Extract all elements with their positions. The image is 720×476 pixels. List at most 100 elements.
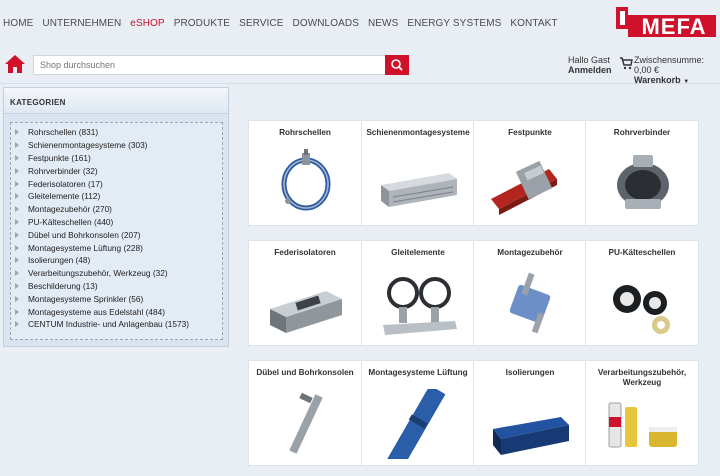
tile-schienenmontagesysteme[interactable]: Schienenmontagesysteme: [361, 120, 475, 226]
category-item[interactable]: Montagesysteme aus Edelstahl (484): [15, 305, 222, 318]
cart-subtotal: Zwischensumme: 0,00 €: [634, 55, 705, 75]
category-label: Montagesysteme Sprinkler (56): [28, 293, 144, 304]
anchor-bolt-icon: [289, 392, 323, 454]
search-row: Hallo Gast Anmelden Zwischensumme: 0,00 …: [0, 46, 720, 87]
category-label: Schienenmontagesysteme (303): [28, 140, 148, 151]
sliding-element-icon: [383, 277, 457, 335]
nav-service[interactable]: SERVICE: [239, 18, 283, 29]
nav-eshop[interactable]: eSHOP: [130, 18, 164, 29]
expand-arrow-icon: [15, 295, 19, 302]
category-label: Verarbeitungszubehör, Werkzeug (32): [28, 268, 168, 279]
search-button[interactable]: [385, 55, 409, 75]
category-item[interactable]: Montagesysteme Lüftung (228): [15, 241, 222, 254]
category-item[interactable]: Federisolatoren (17): [15, 177, 222, 190]
nav-unternehmen[interactable]: UNTERNEHMEN: [42, 18, 121, 29]
category-label: Rohrschellen (831): [28, 127, 99, 138]
nav-home[interactable]: HOME: [3, 18, 33, 29]
search-icon: [391, 59, 403, 71]
category-item[interactable]: PU-Kälteschellen (440): [15, 216, 222, 229]
category-item[interactable]: Rohrschellen (831): [15, 126, 222, 139]
tile-gleitelemente[interactable]: Gleitelemente: [361, 240, 475, 346]
tile-festpunkte[interactable]: Festpunkte: [473, 120, 587, 226]
expand-arrow-icon: [15, 154, 19, 161]
insulation-icon: [493, 417, 569, 455]
category-item[interactable]: Verarbeitungszubehör, Werkzeug (32): [15, 267, 222, 280]
tile-montagesysteme-lueftung[interactable]: Montagesysteme Lüftung: [361, 360, 475, 466]
cart-icon[interactable]: [619, 56, 633, 70]
category-label: Rohrverbinder (32): [28, 165, 98, 176]
expand-arrow-icon: [15, 244, 19, 251]
expand-arrow-icon: [15, 282, 19, 289]
category-item[interactable]: Beschilderung (13): [15, 280, 222, 293]
rail-icon: [381, 173, 457, 207]
category-label: Gleitelemente (112): [28, 191, 101, 202]
category-grid: Rohrschellen Schienenmontagesysteme Fest…: [237, 87, 720, 476]
category-item[interactable]: Schienenmontagesysteme (303): [15, 139, 222, 152]
search-input[interactable]: [33, 55, 385, 75]
category-item[interactable]: CENTUM Industrie- und Anlagenbau (1573): [15, 318, 222, 331]
tile-title: Festpunkte: [508, 128, 552, 137]
tile-pu-kaelteschellen[interactable]: PU-Kälteschellen: [585, 240, 699, 346]
category-item[interactable]: Montagesysteme Sprinkler (56): [15, 292, 222, 305]
expand-arrow-icon: [15, 218, 19, 225]
tile-title: Rohrverbinder: [613, 128, 671, 137]
tile-title: Verarbeitungszubehör, Werkzeug: [597, 368, 687, 387]
category-label: Beschilderung (13): [28, 280, 98, 291]
category-item[interactable]: Gleitelemente (112): [15, 190, 222, 203]
tile-title: Gleitelemente: [391, 248, 445, 257]
expand-arrow-icon: [15, 129, 19, 136]
tile-rohrverbinder[interactable]: Rohrverbinder: [585, 120, 699, 226]
mefa-logo[interactable]: MEFA: [614, 5, 718, 39]
category-label: Festpunkte (161): [28, 152, 91, 163]
category-label: CENTUM Industrie- und Anlagenbau (1573): [28, 319, 189, 330]
category-item[interactable]: Isolierungen (48): [15, 254, 222, 267]
home-icon[interactable]: [4, 54, 26, 74]
login-link[interactable]: Anmelden: [568, 65, 612, 75]
category-item[interactable]: Dübel und Bohrkonsolen (207): [15, 228, 222, 241]
ventilation-pipe-icon: [386, 389, 446, 459]
expand-arrow-icon: [15, 270, 19, 277]
category-item[interactable]: Rohrverbinder (32): [15, 164, 222, 177]
tile-rohrschellen[interactable]: Rohrschellen: [248, 120, 362, 226]
category-item[interactable]: Festpunkte (161): [15, 152, 222, 165]
nav-produkte[interactable]: PRODUKTE: [174, 18, 230, 29]
tile-duebel-bohrkonsolen[interactable]: Dübel und Bohrkonsolen: [248, 360, 362, 466]
tile-isolierungen[interactable]: Isolierungen: [473, 360, 587, 466]
category-item[interactable]: Montagezubehör (270): [15, 203, 222, 216]
tile-title: Montagezubehör: [497, 248, 563, 257]
cart-link[interactable]: Warenkorb ▼: [634, 75, 720, 87]
tile-title: Dübel und Bohrkonsolen: [256, 368, 354, 377]
tile-title: Schienenmontagesysteme: [366, 128, 470, 137]
account-greeting: Hallo Gast: [568, 55, 611, 65]
nav-kontakt[interactable]: KONTAKT: [510, 18, 557, 29]
nav-downloads[interactable]: DOWNLOADS: [293, 18, 359, 29]
tile-title: PU-Kälteschellen: [608, 248, 676, 257]
logo-text: MEFA: [641, 14, 706, 39]
expand-arrow-icon: [15, 167, 19, 174]
nav-energy-systems[interactable]: ENERGY SYSTEMS: [407, 18, 501, 29]
expand-arrow-icon: [15, 321, 19, 328]
expand-arrow-icon: [15, 308, 19, 315]
mounting-accessory-icon: [509, 272, 551, 334]
fixed-point-icon: [491, 160, 557, 215]
tile-verarbeitungszubehoer[interactable]: Verarbeitungszubehör, Werkzeug: [585, 360, 699, 466]
top-bar: HOME UNTERNEHMEN eSHOP PRODUKTE SERVICE …: [0, 0, 720, 46]
tile-title: Montagesysteme Lüftung: [368, 368, 468, 377]
category-label: Federisolatoren (17): [28, 178, 103, 189]
cart-label: Warenkorb: [634, 75, 681, 85]
category-label: Montagezubehör (270): [28, 204, 112, 215]
tile-title: Isolierungen: [505, 368, 555, 377]
expand-arrow-icon: [15, 257, 19, 264]
pu-clamp-icon: [613, 285, 670, 334]
nav-news[interactable]: NEWS: [368, 18, 398, 29]
pipe-connector-icon: [617, 155, 669, 209]
chevron-down-icon: ▼: [683, 79, 690, 85]
category-label: PU-Kälteschellen (440): [28, 216, 114, 227]
account-box: Hallo Gast Anmelden: [568, 55, 612, 75]
category-list: Rohrschellen (831) Schienenmontagesystem…: [10, 122, 223, 340]
category-sidebar: KATEGORIEN Rohrschellen (831) Schienenmo…: [3, 87, 229, 347]
tile-federisolatoren[interactable]: Federisolatoren: [248, 240, 362, 346]
expand-arrow-icon: [15, 231, 19, 238]
tile-montagezubehoer[interactable]: Montagezubehör: [473, 240, 587, 346]
category-label: Montagesysteme Lüftung (228): [28, 242, 143, 253]
